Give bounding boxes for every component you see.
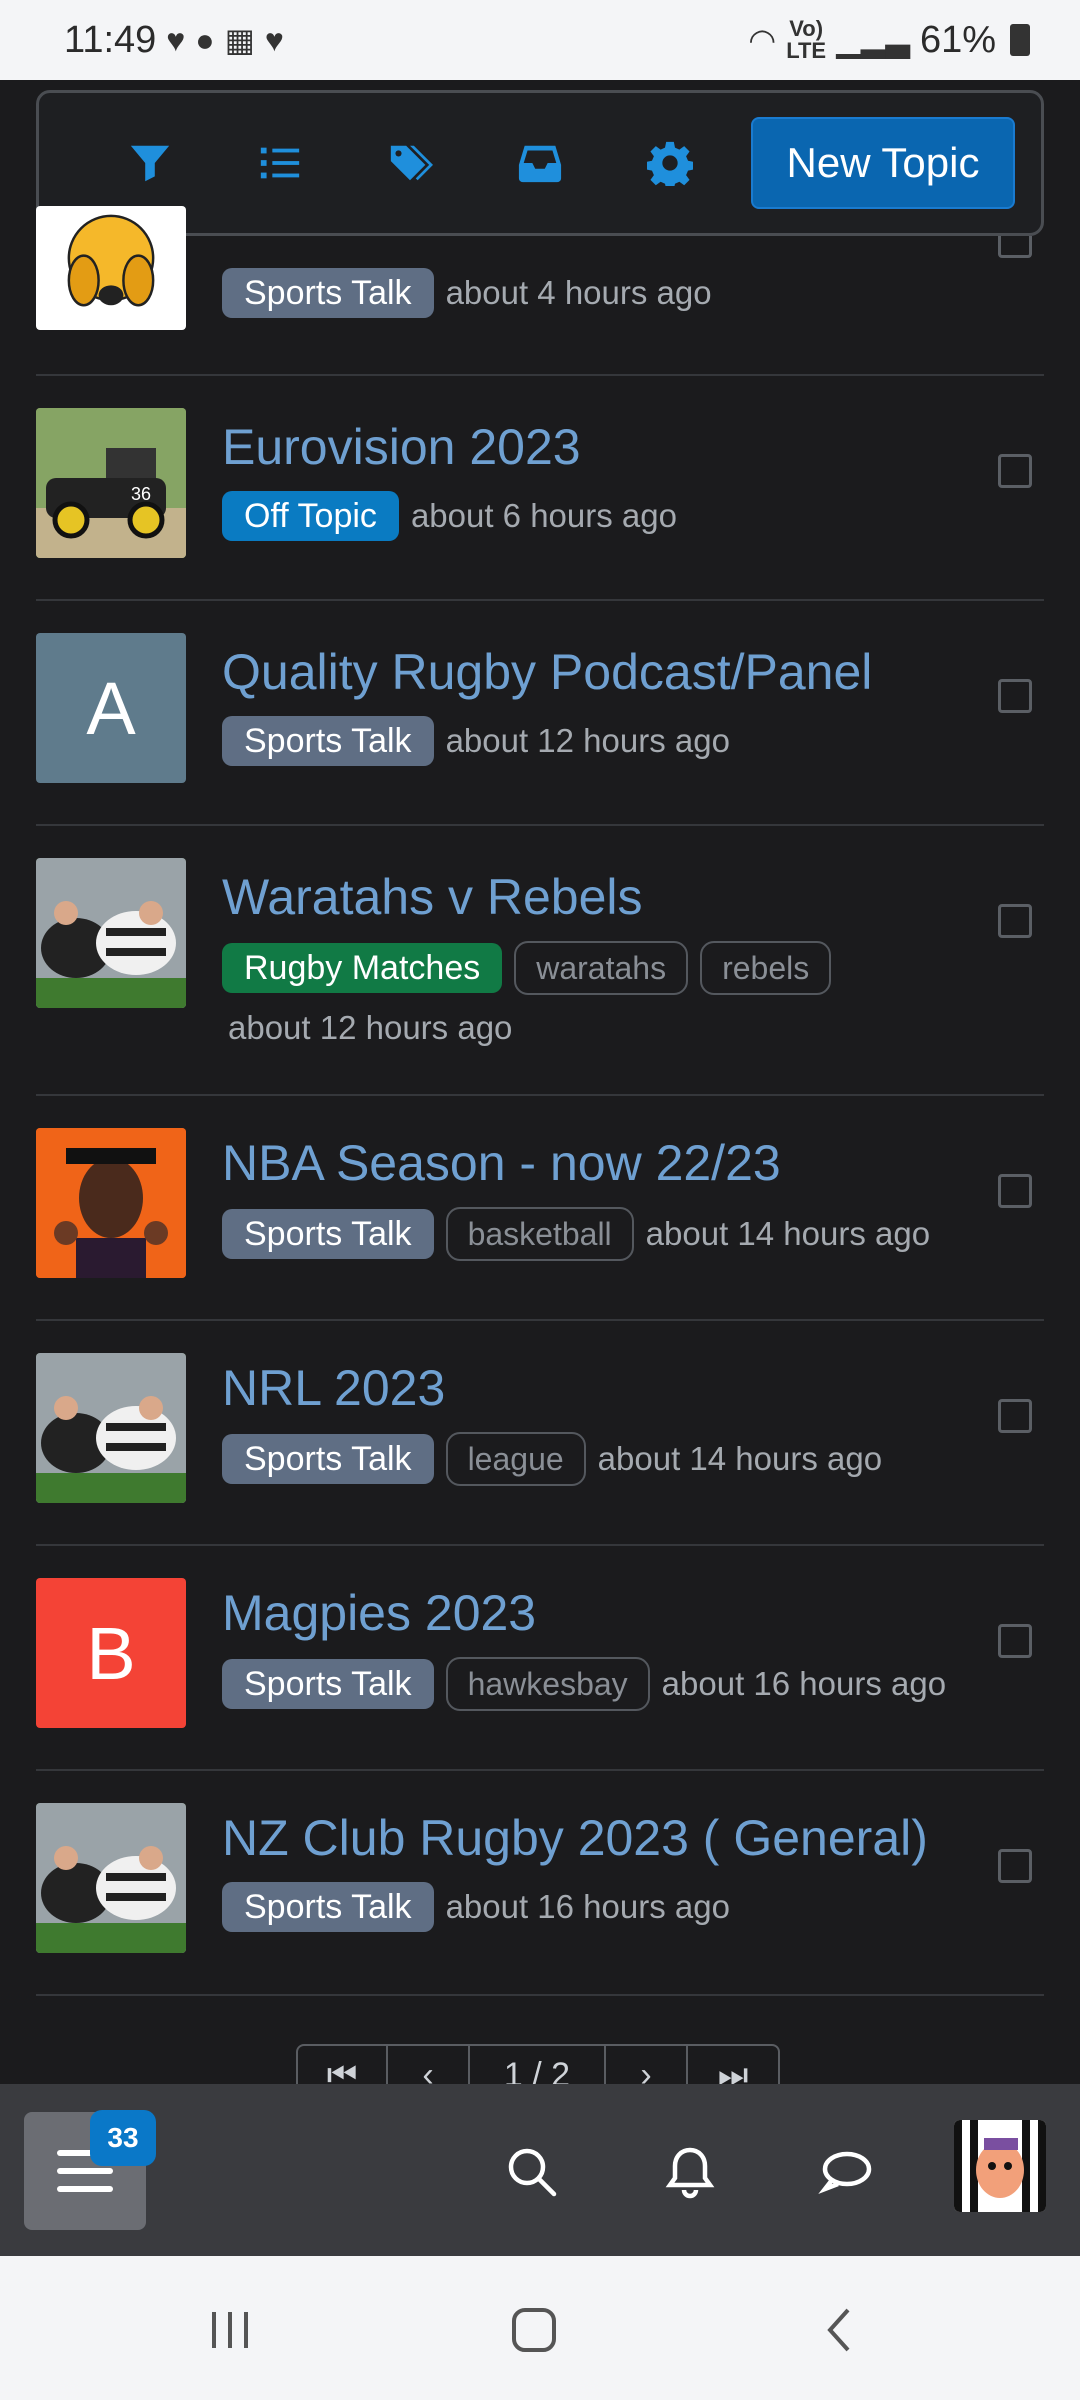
topic-title[interactable]: Waratahs v Rebels bbox=[222, 870, 1044, 925]
system-navigation-bar bbox=[0, 2256, 1080, 2400]
category-badge[interactable]: Sports Talk bbox=[222, 1659, 434, 1709]
tag-badge[interactable]: basketball bbox=[445, 1207, 634, 1261]
topic-time: about 14 hours ago bbox=[645, 1215, 931, 1252]
tag-badge[interactable]: hawkesbay bbox=[445, 1657, 650, 1711]
bell-icon[interactable] bbox=[660, 2142, 720, 2202]
filter-icon[interactable] bbox=[85, 123, 215, 203]
topic-title[interactable]: Magpies 2023 bbox=[222, 1586, 1044, 1641]
profile-avatar[interactable] bbox=[954, 2120, 1046, 2212]
topic-time: about 16 hours ago bbox=[445, 1888, 730, 1925]
select-checkbox[interactable] bbox=[998, 679, 1032, 713]
list-icon[interactable] bbox=[215, 123, 345, 203]
tag-badge[interactable]: rebels bbox=[700, 941, 832, 995]
avatar[interactable] bbox=[36, 1353, 186, 1503]
heartbeat-icon: ♥ bbox=[166, 21, 186, 58]
signal-icon: ▁▂▃ bbox=[836, 22, 910, 58]
pet-icon: ● bbox=[195, 21, 215, 58]
category-badge[interactable]: Sports Talk bbox=[222, 268, 434, 318]
topic-time: about 14 hours ago bbox=[597, 1440, 883, 1477]
category-badge[interactable]: Off Topic bbox=[222, 491, 399, 541]
topic-time: about 6 hours ago bbox=[410, 497, 677, 534]
avatar[interactable]: B bbox=[36, 1578, 186, 1728]
topic-title[interactable]: Quality Rugby Podcast/Panel bbox=[222, 645, 1044, 700]
clock: 11:49 bbox=[64, 18, 157, 61]
topic-row[interactable]: NBA Season - now 22/23 Sports Talk baske… bbox=[36, 1096, 1044, 1321]
topic-time: about 16 hours ago bbox=[661, 1665, 947, 1702]
status-bar: 11:49 ♥ ● ▦ ♥ ◠ Vo) LTE ▁▂▃ 61% bbox=[0, 0, 1080, 80]
select-checkbox[interactable] bbox=[998, 1624, 1032, 1658]
topic-row[interactable]: A Quality Rugby Podcast/Panel Sports Tal… bbox=[36, 601, 1044, 826]
select-checkbox[interactable] bbox=[998, 904, 1032, 938]
topic-time: about 12 hours ago bbox=[445, 722, 730, 759]
wifi-icon: ◠ bbox=[748, 22, 777, 58]
calendar-icon: ▦ bbox=[224, 22, 255, 58]
category-badge[interactable]: Sports Talk bbox=[222, 1434, 434, 1484]
topic-title[interactable]: NBA Season - now 22/23 bbox=[222, 1136, 1044, 1191]
home-icon[interactable] bbox=[504, 2300, 564, 2360]
recent-apps-icon[interactable] bbox=[200, 2300, 260, 2360]
topic-time: about 12 hours ago bbox=[228, 1009, 513, 1046]
topic-row[interactable]: 36 Eurovision 2023 Off Topic about 6 hou… bbox=[36, 376, 1044, 601]
avatar[interactable] bbox=[36, 858, 186, 1008]
category-badge[interactable]: Sports Talk bbox=[222, 1882, 434, 1932]
avatar[interactable] bbox=[36, 1128, 186, 1278]
topic-row[interactable]: B Magpies 2023 Sports Talk hawkesbay abo… bbox=[36, 1546, 1044, 1771]
svg-text:36: 36 bbox=[131, 484, 151, 504]
topic-toolbar: New Topic bbox=[36, 90, 1044, 236]
topic-title[interactable]: NRL 2023 bbox=[222, 1361, 1044, 1416]
notification-count-badge: 33 bbox=[90, 2110, 156, 2166]
tag-badge[interactable]: league bbox=[445, 1432, 586, 1486]
chat-icon[interactable] bbox=[816, 2142, 876, 2202]
topic-row[interactable]: NRL 2023 Sports Talk league about 14 hou… bbox=[36, 1321, 1044, 1546]
topic-row[interactable]: Sports Talk about 4 hours ago bbox=[36, 206, 1044, 376]
tag-badge[interactable]: waratahs bbox=[514, 941, 689, 995]
new-topic-button[interactable]: New Topic bbox=[751, 117, 1015, 209]
category-badge[interactable]: Sports Talk bbox=[222, 716, 434, 766]
bottom-app-bar: 33 bbox=[0, 2084, 1080, 2256]
battery-icon bbox=[1010, 24, 1030, 56]
avatar[interactable] bbox=[36, 206, 186, 330]
avatar[interactable]: A bbox=[36, 633, 186, 783]
avatar[interactable] bbox=[36, 1803, 186, 1953]
select-checkbox[interactable] bbox=[998, 1174, 1032, 1208]
select-checkbox[interactable] bbox=[998, 1399, 1032, 1433]
gear-icon[interactable] bbox=[605, 123, 735, 203]
battery-percent: 61% bbox=[919, 18, 996, 61]
select-checkbox[interactable] bbox=[998, 1849, 1032, 1883]
heartbeat-icon: ♥ bbox=[264, 21, 284, 58]
category-badge[interactable]: Sports Talk bbox=[222, 1209, 434, 1259]
avatar[interactable]: 36 bbox=[36, 408, 186, 558]
topic-time: about 4 hours ago bbox=[445, 274, 712, 311]
inbox-icon[interactable] bbox=[475, 123, 605, 203]
select-checkbox[interactable] bbox=[998, 236, 1032, 258]
topic-title[interactable]: NZ Club Rugby 2023 ( General) bbox=[222, 1811, 1044, 1866]
volte-indicator: Vo) LTE bbox=[786, 16, 827, 63]
topic-row[interactable]: Waratahs v Rebels Rugby Matches waratahs… bbox=[36, 826, 1044, 1096]
topic-list: Sports Talk about 4 hours ago 36 Eurovis… bbox=[36, 206, 1044, 1996]
select-checkbox[interactable] bbox=[998, 454, 1032, 488]
tags-icon[interactable] bbox=[345, 123, 475, 203]
back-icon[interactable] bbox=[810, 2300, 870, 2360]
topic-title[interactable]: Eurovision 2023 bbox=[222, 420, 1044, 475]
search-icon[interactable] bbox=[502, 2142, 562, 2202]
topic-row[interactable]: NZ Club Rugby 2023 ( General) Sports Tal… bbox=[36, 1771, 1044, 1996]
category-badge[interactable]: Rugby Matches bbox=[222, 943, 503, 993]
